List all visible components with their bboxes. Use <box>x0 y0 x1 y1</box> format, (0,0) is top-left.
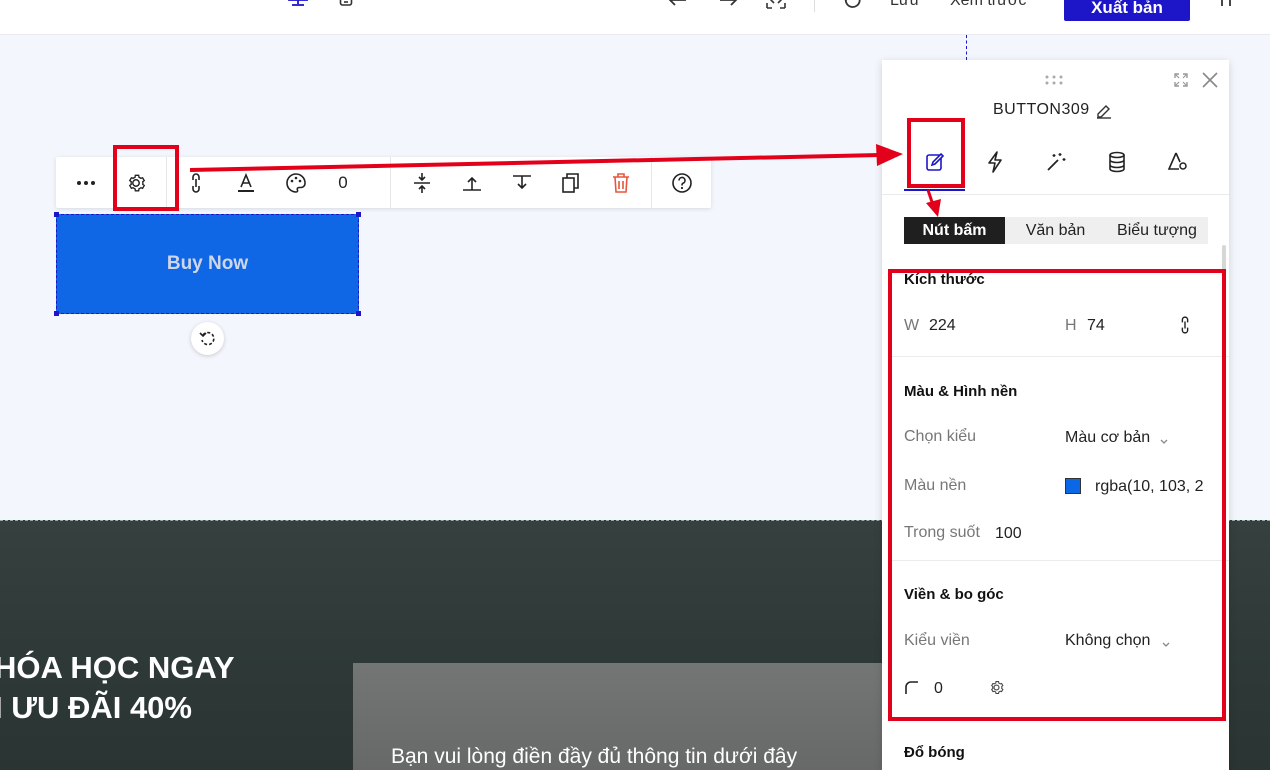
style-palette-button[interactable] <box>278 157 314 208</box>
align-top-button[interactable] <box>454 157 490 208</box>
tab-data[interactable] <box>1104 149 1130 175</box>
rotate-handle[interactable] <box>191 322 224 355</box>
hero-heading-line1[interactable]: HÓA HỌC NGAY <box>0 650 235 686</box>
link-icon <box>192 172 200 193</box>
drag-handle-icon[interactable] <box>1045 72 1067 90</box>
align-bottom-button[interactable] <box>504 157 540 208</box>
resize-handle[interactable] <box>356 212 361 217</box>
trash-icon <box>613 172 629 193</box>
tab-effects[interactable] <box>1043 149 1069 175</box>
segment-text[interactable]: Văn bản <box>1005 217 1106 244</box>
resize-handle[interactable] <box>54 212 59 217</box>
annotation-box-properties <box>888 269 1226 721</box>
layer-count[interactable]: 0 <box>328 157 358 208</box>
hero-heading-line2[interactable]: I ƯU ĐÃI 40% <box>0 690 192 726</box>
publish-label: Xuất bản <box>1091 0 1163 17</box>
copy-icon <box>562 172 579 193</box>
active-tab-indicator <box>904 189 965 191</box>
help-button[interactable] <box>664 157 700 208</box>
more-options-button[interactable] <box>66 157 106 208</box>
undo-icon[interactable] <box>666 0 690 15</box>
guide-line <box>966 35 967 60</box>
element-type-segmented: Nút bấm Văn bản Biểu tượng <box>904 217 1208 244</box>
panel-divider <box>882 194 1229 195</box>
text-color-button[interactable] <box>228 157 264 208</box>
toolbar-divider <box>651 157 652 208</box>
topbar-divider <box>814 0 815 12</box>
annotation-box-design-tab <box>907 118 965 188</box>
buy-now-label: Buy Now <box>166 253 249 274</box>
buy-now-button[interactable]: Buy Now <box>54 212 361 316</box>
resize-handle[interactable] <box>54 311 59 316</box>
cone-gear-icon <box>1167 152 1187 170</box>
expand-icon[interactable] <box>1173 72 1189 93</box>
tab-events[interactable] <box>982 149 1008 175</box>
delete-button[interactable] <box>603 157 639 208</box>
segment-button[interactable]: Nút bấm <box>904 217 1005 244</box>
publish-button[interactable]: Xuất bản <box>1064 0 1190 21</box>
magic-wand-icon <box>1047 153 1066 171</box>
database-icon <box>1109 151 1125 173</box>
tab-advanced[interactable] <box>1165 149 1191 175</box>
palette-icon <box>286 172 306 193</box>
duplicate-button[interactable] <box>553 157 589 208</box>
redo-icon[interactable] <box>716 0 740 15</box>
font-color-icon <box>238 172 254 192</box>
segment-icon[interactable]: Biểu tượng <box>1106 217 1208 244</box>
resize-handle[interactable] <box>356 311 361 316</box>
element-name: BUTTON309 <box>993 101 1090 118</box>
preview-button[interactable]: Xem trước <box>950 0 1026 10</box>
mobile-view-icon[interactable] <box>339 0 353 13</box>
save-button[interactable]: Lưu <box>890 0 919 10</box>
align-top-icon <box>463 176 481 191</box>
desktop-view-icon[interactable] <box>286 0 310 13</box>
toolbar-divider <box>390 157 391 208</box>
close-icon[interactable] <box>1201 71 1219 94</box>
form-instruction-text[interactable]: Bạn vui lòng điền đầy đủ thông tin dưới … <box>391 745 797 769</box>
align-vertical-button[interactable] <box>404 157 440 208</box>
rotate-icon <box>198 331 215 345</box>
fullscreen-icon[interactable] <box>764 0 788 15</box>
align-middle-icon <box>414 172 430 193</box>
lightning-icon <box>988 151 1002 173</box>
annotation-box-settings <box>113 145 179 211</box>
more-icon <box>77 180 95 185</box>
link-button[interactable] <box>178 157 214 208</box>
settings-sliders-icon[interactable] <box>1216 0 1236 15</box>
top-bar: Lưu Xem trước Xuất bản <box>0 0 1270 35</box>
help-icon <box>672 172 692 193</box>
history-icon[interactable] <box>842 0 864 15</box>
rename-pencil-icon[interactable] <box>1095 101 1113 124</box>
shadow-section-title: Đổ bóng <box>904 744 965 761</box>
align-bottom-icon <box>513 174 531 189</box>
